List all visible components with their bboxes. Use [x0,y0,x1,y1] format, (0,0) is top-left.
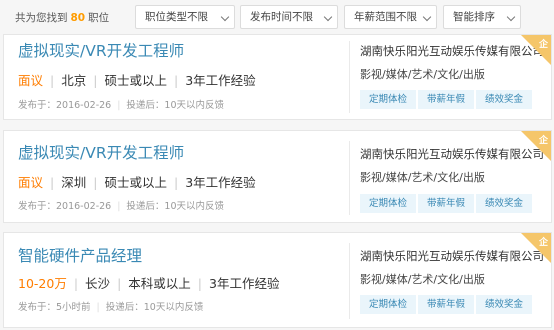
job-publish-info: 发布于：5小时前 | 投递后：10天以内反馈 [18,299,203,313]
company-name-link[interactable]: 湖南快乐阳光互动娱乐传媒有限公司 [360,43,544,59]
job-card[interactable]: 虚拟现实/VR开发工程师 面议 | 北京 | 硕士或以上 | 3年工作经验 发布于：2016… [3,34,552,120]
chevron-down-icon [506,12,516,22]
results-toolbar: 共为您找到 80 职位 职位类型不限 发布时间不限 年薪范围不限 智能排序 [0,0,554,34]
benefit-tag: 定期体检 [360,295,416,314]
benefit-tags: 定期体检 带薪年假 绩效奖金 [360,87,534,109]
job-feedback: 投递后：10天以内反馈 [105,302,204,313]
card-divider [349,141,350,215]
meta-separator: | [50,175,55,190]
job-meta: 10-20万 | 长沙 | 本科或以上 | 3年工作经验 [18,273,279,292]
job-salary: 面议 [18,73,44,88]
badge-label: 企 [538,238,548,248]
filter-salary-range[interactable]: 年薪范围不限 [344,5,437,29]
job-salary: 面议 [18,175,44,190]
job-experience: 3年工作经验 [209,276,280,291]
enterprise-badge: 企 [521,35,551,65]
job-education: 本科或以上 [128,276,191,291]
filter-sort[interactable]: 智能排序 [443,5,521,29]
job-feedback: 投递后：10天以内反馈 [126,201,225,212]
filter-job-type[interactable]: 职位类型不限 [135,5,235,29]
job-education: 硕士或以上 [104,73,167,88]
benefit-tag: 带薪年假 [418,295,474,314]
job-published: 发布于：5小时前 [18,302,91,313]
job-card[interactable]: 虚拟现实/VR开发工程师 面议 | 深圳 | 硕士或以上 | 3年工作经验 发布于：2016… [3,130,552,223]
job-city: 深圳 [61,175,87,190]
card-divider [349,41,350,113]
filter-publish-time[interactable]: 发布时间不限 [240,5,338,29]
badge-label: 企 [538,40,548,50]
meta-separator: | [173,73,179,88]
job-publish-info: 发布于：2016-02-26 | 投递后：10天以内反馈 [18,198,224,212]
company-industry: 影视/媒体/艺术/文化/出版 [360,171,485,184]
meta-separator: | [173,175,179,190]
chevron-down-icon [220,12,230,22]
job-experience: 3年工作经验 [185,175,256,190]
job-meta: 面议 | 深圳 | 硕士或以上 | 3年工作经验 [18,172,256,191]
chevron-down-icon [422,12,432,22]
meta-separator: | [96,302,100,313]
benefit-tag: 定期体检 [360,90,416,109]
company-industry: 影视/媒体/艺术/文化/出版 [360,273,485,286]
meta-separator: | [197,276,203,291]
benefit-tag: 绩效奖金 [476,295,532,314]
job-feedback: 投递后：10天以内反馈 [126,100,225,111]
meta-separator: | [73,276,79,291]
benefit-tag: 带薪年假 [418,90,474,109]
job-meta: 面议 | 北京 | 硕士或以上 | 3年工作经验 [18,70,256,89]
job-published: 发布于：2016-02-26 [18,100,112,111]
filter-publish-time-label: 发布时间不限 [250,11,313,23]
benefit-tag: 绩效奖金 [476,194,532,213]
meta-separator: | [50,73,55,88]
job-published: 发布于：2016-02-26 [18,201,112,212]
meta-separator: | [117,276,122,291]
benefit-tags: 定期体检 带薪年假 绩效奖金 [360,191,534,213]
enterprise-badge: 企 [521,233,551,263]
job-publish-info: 发布于：2016-02-26 | 投递后：10天以内反馈 [18,97,224,111]
job-city: 北京 [61,73,87,88]
benefit-tag: 带薪年假 [418,194,474,213]
job-card[interactable]: 智能硬件产品经理 10-20万 | 长沙 | 本科或以上 | 3年工作经验 发布于：5小时前… [3,232,552,328]
job-title-link[interactable]: 智能硬件产品经理 [18,244,142,266]
card-divider [349,243,350,319]
results-prefix: 共为您找到 [15,12,68,24]
company-name-link[interactable]: 湖南快乐阳光互动娱乐传媒有限公司 [360,248,544,264]
benefit-tag: 绩效奖金 [476,90,532,109]
company-industry: 影视/媒体/艺术/文化/出版 [360,68,485,81]
company-name-link[interactable]: 湖南快乐阳光互动娱乐传媒有限公司 [360,146,544,162]
job-title-link[interactable]: 虚拟现实/VR开发工程师 [18,39,184,61]
badge-label: 企 [538,136,548,146]
chevron-down-icon [323,12,333,22]
benefit-tags: 定期体检 带薪年假 绩效奖金 [360,292,534,314]
filter-job-type-label: 职位类型不限 [145,11,208,23]
job-city: 长沙 [85,276,111,291]
enterprise-badge: 企 [521,131,551,161]
meta-separator: | [93,73,98,88]
meta-separator: | [93,175,98,190]
meta-separator: | [117,201,121,212]
results-count-text: 共为您找到 80 职位 [15,10,109,25]
meta-separator: | [117,100,121,111]
filter-salary-range-label: 年薪范围不限 [354,11,417,23]
job-experience: 3年工作经验 [185,73,256,88]
job-title-link[interactable]: 虚拟现实/VR开发工程师 [18,141,184,163]
job-salary: 10-20万 [18,276,67,291]
benefit-tag: 定期体检 [360,194,416,213]
results-suffix: 职位 [88,12,110,24]
filter-sort-label: 智能排序 [453,11,495,23]
results-count: 80 [70,12,86,24]
job-education: 硕士或以上 [104,175,167,190]
